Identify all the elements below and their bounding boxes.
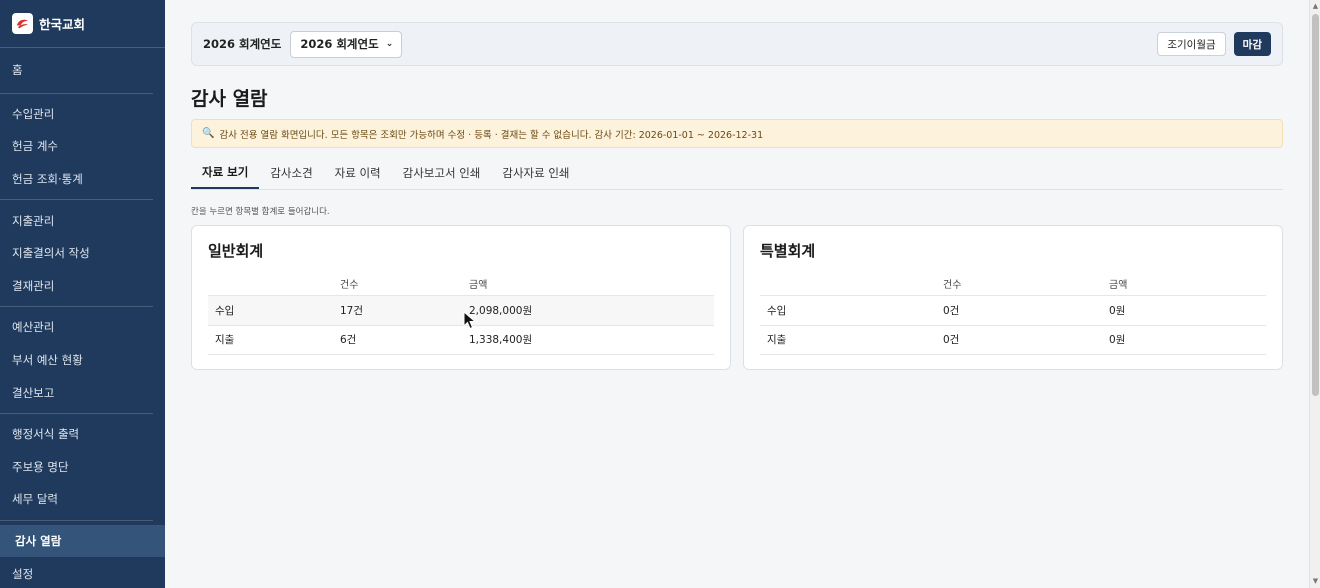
- nav-group-admin: 행정서식 출력 주보용 명단 세무 달력: [0, 414, 153, 521]
- row-amount[interactable]: 1,338,400원: [469, 332, 532, 347]
- table-header: 건수 금액: [760, 272, 1266, 296]
- sidebar-item-dept-budget[interactable]: 부서 예산 현황: [0, 344, 153, 377]
- sidebar-item-budget[interactable]: 예산관리: [0, 311, 153, 344]
- close-books-button[interactable]: 마감: [1233, 32, 1271, 56]
- column-header-amount: 금액: [1109, 280, 1128, 291]
- row-type: 지출: [215, 334, 235, 347]
- row-amount[interactable]: 2,098,000원: [469, 303, 532, 318]
- nav-group-expense: 지출관리 지출결의서 작성 결재관리: [0, 200, 153, 308]
- card-title: 특별회계: [760, 242, 816, 260]
- sidebar-item-income[interactable]: 수입관리: [0, 98, 153, 131]
- nav-group-budget: 예산관리 부서 예산 현황 결산보고: [0, 307, 153, 414]
- page-title: 감사 열람: [191, 88, 268, 110]
- row-count[interactable]: 0건: [943, 332, 1109, 347]
- main-content: 2026 회계연도 2026 회계연도 ⌄ 조기이월금 마감 감사 열람 🔍 감…: [165, 0, 1309, 588]
- tab-bar: 자료 보기 감사소견 자료 이력 감사보고서 인쇄 감사자료 인쇄: [191, 157, 1283, 190]
- general-account-card: 일반회계 건수 금액 수입 17건 2,098,000원 지출 6건 1,338…: [191, 225, 731, 370]
- hint-text: 칸을 누르면 항목별 합계로 들어갑니다.: [191, 207, 330, 217]
- row-type: 수입: [767, 304, 787, 317]
- table-row[interactable]: 지출 6건 1,338,400원: [208, 326, 714, 355]
- sidebar: 한국교회 홈 수입관리 헌금 계수 헌금 조회·통계 지출관리 지출결의서 작성…: [0, 0, 165, 588]
- fiscal-year-bar: 2026 회계연도 2026 회계연도 ⌄ 조기이월금 마감: [191, 22, 1283, 66]
- sidebar-item-audit[interactable]: 감사 열람: [0, 524, 165, 558]
- sidebar-item-forms-print[interactable]: 행정서식 출력: [0, 418, 153, 451]
- tab-audit-opinion[interactable]: 감사소견: [259, 157, 323, 189]
- audit-notice: 🔍 감사 전용 열람 화면입니다. 모든 항목은 조회만 가능하며 수정 · 등…: [191, 119, 1283, 148]
- row-count[interactable]: 6건: [340, 332, 469, 347]
- row-count[interactable]: 0건: [943, 303, 1109, 318]
- sidebar-item-bulletin-list[interactable]: 주보용 명단: [0, 451, 153, 484]
- page-scrollbar[interactable]: ▲ ▼: [1309, 0, 1320, 588]
- chevron-down-icon: ⌄: [385, 39, 394, 49]
- sidebar-item-approval[interactable]: 결재관리: [0, 270, 153, 303]
- sidebar-item-expense[interactable]: 지출관리: [0, 204, 153, 237]
- column-header-count: 건수: [340, 280, 359, 291]
- tab-view-data[interactable]: 자료 보기: [191, 157, 260, 189]
- row-type: 수입: [215, 304, 235, 317]
- notice-text: 감사 전용 열람 화면입니다. 모든 항목은 조회만 가능하며 수정 · 등록 …: [219, 129, 764, 141]
- opening-balance-button[interactable]: 조기이월금: [1157, 32, 1226, 56]
- table-row[interactable]: 지출 0건 0원: [760, 326, 1266, 355]
- nav-group-income: 수입관리 헌금 계수 헌금 조회·통계: [0, 94, 153, 201]
- fiscal-year-label: 2026 회계연도: [203, 37, 282, 51]
- row-amount[interactable]: 0원: [1109, 332, 1125, 347]
- sidebar-item-home[interactable]: 홈: [0, 54, 153, 87]
- nav-group-audit: 감사 열람 설정: [0, 521, 165, 588]
- account-cards: 일반회계 건수 금액 수입 17건 2,098,000원 지출 6건 1,338…: [191, 225, 1283, 370]
- tab-audit-data-print[interactable]: 감사자료 인쇄: [491, 157, 580, 189]
- column-header-amount: 금액: [469, 280, 488, 291]
- table-row[interactable]: 수입 17건 2,098,000원: [208, 296, 714, 326]
- magnifier-icon: 🔍: [202, 128, 215, 139]
- table-header: 건수 금액: [208, 272, 714, 296]
- sidebar-item-offering-count[interactable]: 헌금 계수: [0, 130, 153, 163]
- row-type: 지출: [767, 334, 787, 347]
- brand[interactable]: 한국교회: [0, 0, 165, 48]
- scroll-down-arrow-icon[interactable]: ▼: [1310, 576, 1320, 587]
- row-count[interactable]: 17건: [340, 303, 469, 318]
- nav-group-home: 홈: [0, 48, 153, 94]
- row-amount[interactable]: 0원: [1109, 303, 1125, 318]
- fiscal-year-select[interactable]: 2026 회계연도 ⌄: [290, 30, 403, 58]
- special-account-card: 특별회계 건수 금액 수입 0건 0원 지출 0건 0원: [743, 225, 1283, 370]
- sidebar-item-expense-request[interactable]: 지출결의서 작성: [0, 237, 153, 270]
- scroll-up-arrow-icon[interactable]: ▲: [1310, 1, 1320, 12]
- sidebar-item-settings[interactable]: 설정: [0, 557, 153, 588]
- mouse-pointer-icon: [463, 311, 477, 330]
- scrollbar-thumb[interactable]: [1312, 14, 1319, 396]
- summary-table: 건수 금액 수입 0건 0원 지출 0건 0원: [760, 272, 1266, 355]
- sidebar-item-offering-stats[interactable]: 헌금 조회·통계: [0, 163, 153, 196]
- church-logo-icon: [12, 13, 33, 34]
- tab-data-history[interactable]: 자료 이력: [324, 157, 392, 189]
- table-row[interactable]: 수입 0건 0원: [760, 296, 1266, 326]
- card-title: 일반회계: [208, 242, 264, 260]
- sidebar-item-settlement[interactable]: 결산보고: [0, 376, 153, 409]
- column-header-count: 건수: [943, 280, 962, 291]
- sidebar-item-tax-calendar[interactable]: 세무 달력: [0, 483, 153, 516]
- fiscal-year-selected-value: 2026 회계연도: [300, 37, 379, 51]
- summary-table: 건수 금액 수입 17건 2,098,000원 지출 6건 1,338,400원: [208, 272, 714, 355]
- brand-name: 한국교회: [39, 17, 86, 32]
- tab-audit-report-print[interactable]: 감사보고서 인쇄: [392, 157, 492, 189]
